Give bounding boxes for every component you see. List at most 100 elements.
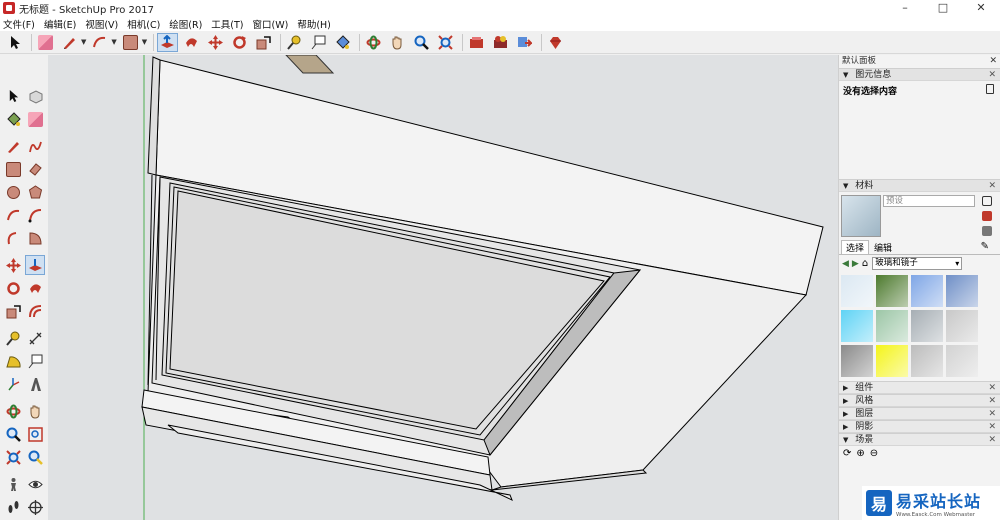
menu-camera[interactable]: 相机(C) [127,17,160,31]
material-name-field[interactable]: 预设 [883,195,975,207]
move-tool-left[interactable] [3,255,23,275]
position-camera-tool-left[interactable] [3,474,23,494]
pin-icon[interactable] [982,196,992,206]
text-tool-left[interactable] [25,351,45,371]
refresh-scene-icon[interactable]: ⟳ [843,448,851,459]
3d-warehouse-button[interactable] [466,33,487,52]
materials-header[interactable]: ▼ 材料 ✕ [839,179,1000,192]
tray-close-icon[interactable]: ✕ [989,55,997,68]
material-swatch[interactable] [876,310,908,342]
tab-select[interactable]: 选择 [841,240,870,254]
select-tool-left[interactable] [3,86,23,106]
eraser-tool-left[interactable] [25,109,45,129]
tape-measure-tool-button[interactable] [284,33,305,52]
material-collection-select[interactable]: 玻璃和镜子 [872,257,963,270]
three-point-arc-tool-left[interactable] [3,228,23,248]
protractor-tool-left[interactable] [3,351,23,371]
panel-close-icon[interactable]: ✕ [988,395,996,407]
arc-tool-dropdown-icon[interactable]: ▼ [111,38,116,46]
line-tool-dropdown-icon[interactable]: ▼ [81,38,86,46]
sample-paint-icon[interactable] [982,226,992,236]
material-swatch[interactable] [876,275,908,307]
zoom-tool-button[interactable] [411,33,432,52]
panel-close-icon[interactable]: ✕ [988,408,996,420]
eraser-tool-button[interactable] [35,33,56,52]
material-swatch[interactable] [911,310,943,342]
material-swatch[interactable] [876,345,908,377]
styles-panel-header[interactable]: ▶ 风格 ✕ [839,394,1000,407]
material-swatch[interactable] [946,275,978,307]
layers-panel-header[interactable]: ▶ 图层 ✕ [839,407,1000,420]
eyedropper-icon[interactable]: ✎ [977,241,993,252]
panel-close-icon[interactable]: ✕ [988,434,996,446]
text-tool-button[interactable] [308,33,329,52]
zoom-extents-tool-left[interactable] [3,447,23,467]
scale-tool-button[interactable] [253,33,274,52]
extension-warehouse-button[interactable] [490,33,511,52]
circle-tool-left[interactable] [3,182,23,202]
paint-bucket-tool-button[interactable] [332,33,353,52]
rotate-tool-left[interactable] [3,278,23,298]
material-swatch[interactable] [911,345,943,377]
walk-tool-left[interactable] [3,497,23,517]
close-button[interactable]: ✕ [962,0,1000,16]
dimension-tool-left[interactable] [25,328,45,348]
rotated-rectangle-tool-left[interactable] [25,159,45,179]
material-swatch[interactable] [841,275,873,307]
menu-tools[interactable]: 工具(T) [211,17,243,31]
rotate-tool-button[interactable] [229,33,250,52]
model-viewport[interactable] [48,55,838,520]
zoom-tool-left[interactable] [3,424,23,444]
pie-tool-left[interactable] [25,228,45,248]
freehand-tool-left[interactable] [25,136,45,156]
previous-view-tool-left[interactable] [25,447,45,467]
arc-tool-left[interactable] [3,205,23,225]
extension-manager-button[interactable] [545,33,566,52]
remove-scene-icon[interactable]: ⊖ [870,448,878,459]
panel-close-icon[interactable]: ✕ [988,421,996,433]
material-swatch[interactable] [841,310,873,342]
line-tool-left[interactable] [3,136,23,156]
back-arrow-icon[interactable]: ◀ [842,259,849,269]
section-plane-tool-left[interactable] [25,497,45,517]
forward-arrow-icon[interactable]: ▶ [852,259,859,269]
follow-me-tool-button[interactable] [181,33,202,52]
zoom-extents-tool-button[interactable] [435,33,456,52]
polygon-tool-left[interactable] [25,182,45,202]
line-tool-button[interactable] [59,33,80,52]
select-tool-button[interactable] [4,33,25,52]
offset-tool-left[interactable] [25,301,45,321]
send-to-layout-button[interactable] [514,33,535,52]
rectangle-tool-left[interactable] [3,159,23,179]
3d-text-tool-left[interactable] [25,374,45,394]
scenes-panel-header[interactable]: ▼ 场景 ✕ [839,433,1000,446]
menu-window[interactable]: 窗口(W) [253,17,289,31]
add-scene-icon[interactable]: ⊕ [856,448,864,459]
entity-info-header[interactable]: ▼ 图元信息 ✕ [839,68,1000,81]
move-tool-button[interactable] [205,33,226,52]
tape-measure-tool-left[interactable] [3,328,23,348]
shape-tool-dropdown-icon[interactable]: ▼ [142,38,147,46]
follow-me-tool-left[interactable] [25,278,45,298]
components-panel-header[interactable]: ▶ 组件 ✕ [839,381,1000,394]
panel-close-icon[interactable]: ✕ [988,382,996,394]
menu-edit[interactable]: 编辑(E) [44,17,76,31]
minimize-button[interactable]: – [886,0,924,16]
zoom-window-tool-left[interactable] [25,424,45,444]
panel-close-icon[interactable]: ✕ [988,180,996,192]
orbit-tool-button[interactable] [363,33,384,52]
orbit-tool-left[interactable] [3,401,23,421]
pin-icon[interactable] [986,84,994,94]
pan-tool-left[interactable] [25,401,45,421]
material-swatch[interactable] [946,310,978,342]
pan-tool-button[interactable] [387,33,408,52]
menu-help[interactable]: 帮助(H) [297,17,331,31]
home-icon[interactable]: ⌂ [862,258,868,269]
rectangle-tool-button[interactable] [120,33,141,52]
material-swatch[interactable] [911,275,943,307]
create-material-icon[interactable] [982,211,992,221]
paint-bucket-tool-left[interactable] [3,109,23,129]
shadows-panel-header[interactable]: ▶ 阴影 ✕ [839,420,1000,433]
material-swatch[interactable] [841,345,873,377]
make-component-tool[interactable] [25,86,45,106]
